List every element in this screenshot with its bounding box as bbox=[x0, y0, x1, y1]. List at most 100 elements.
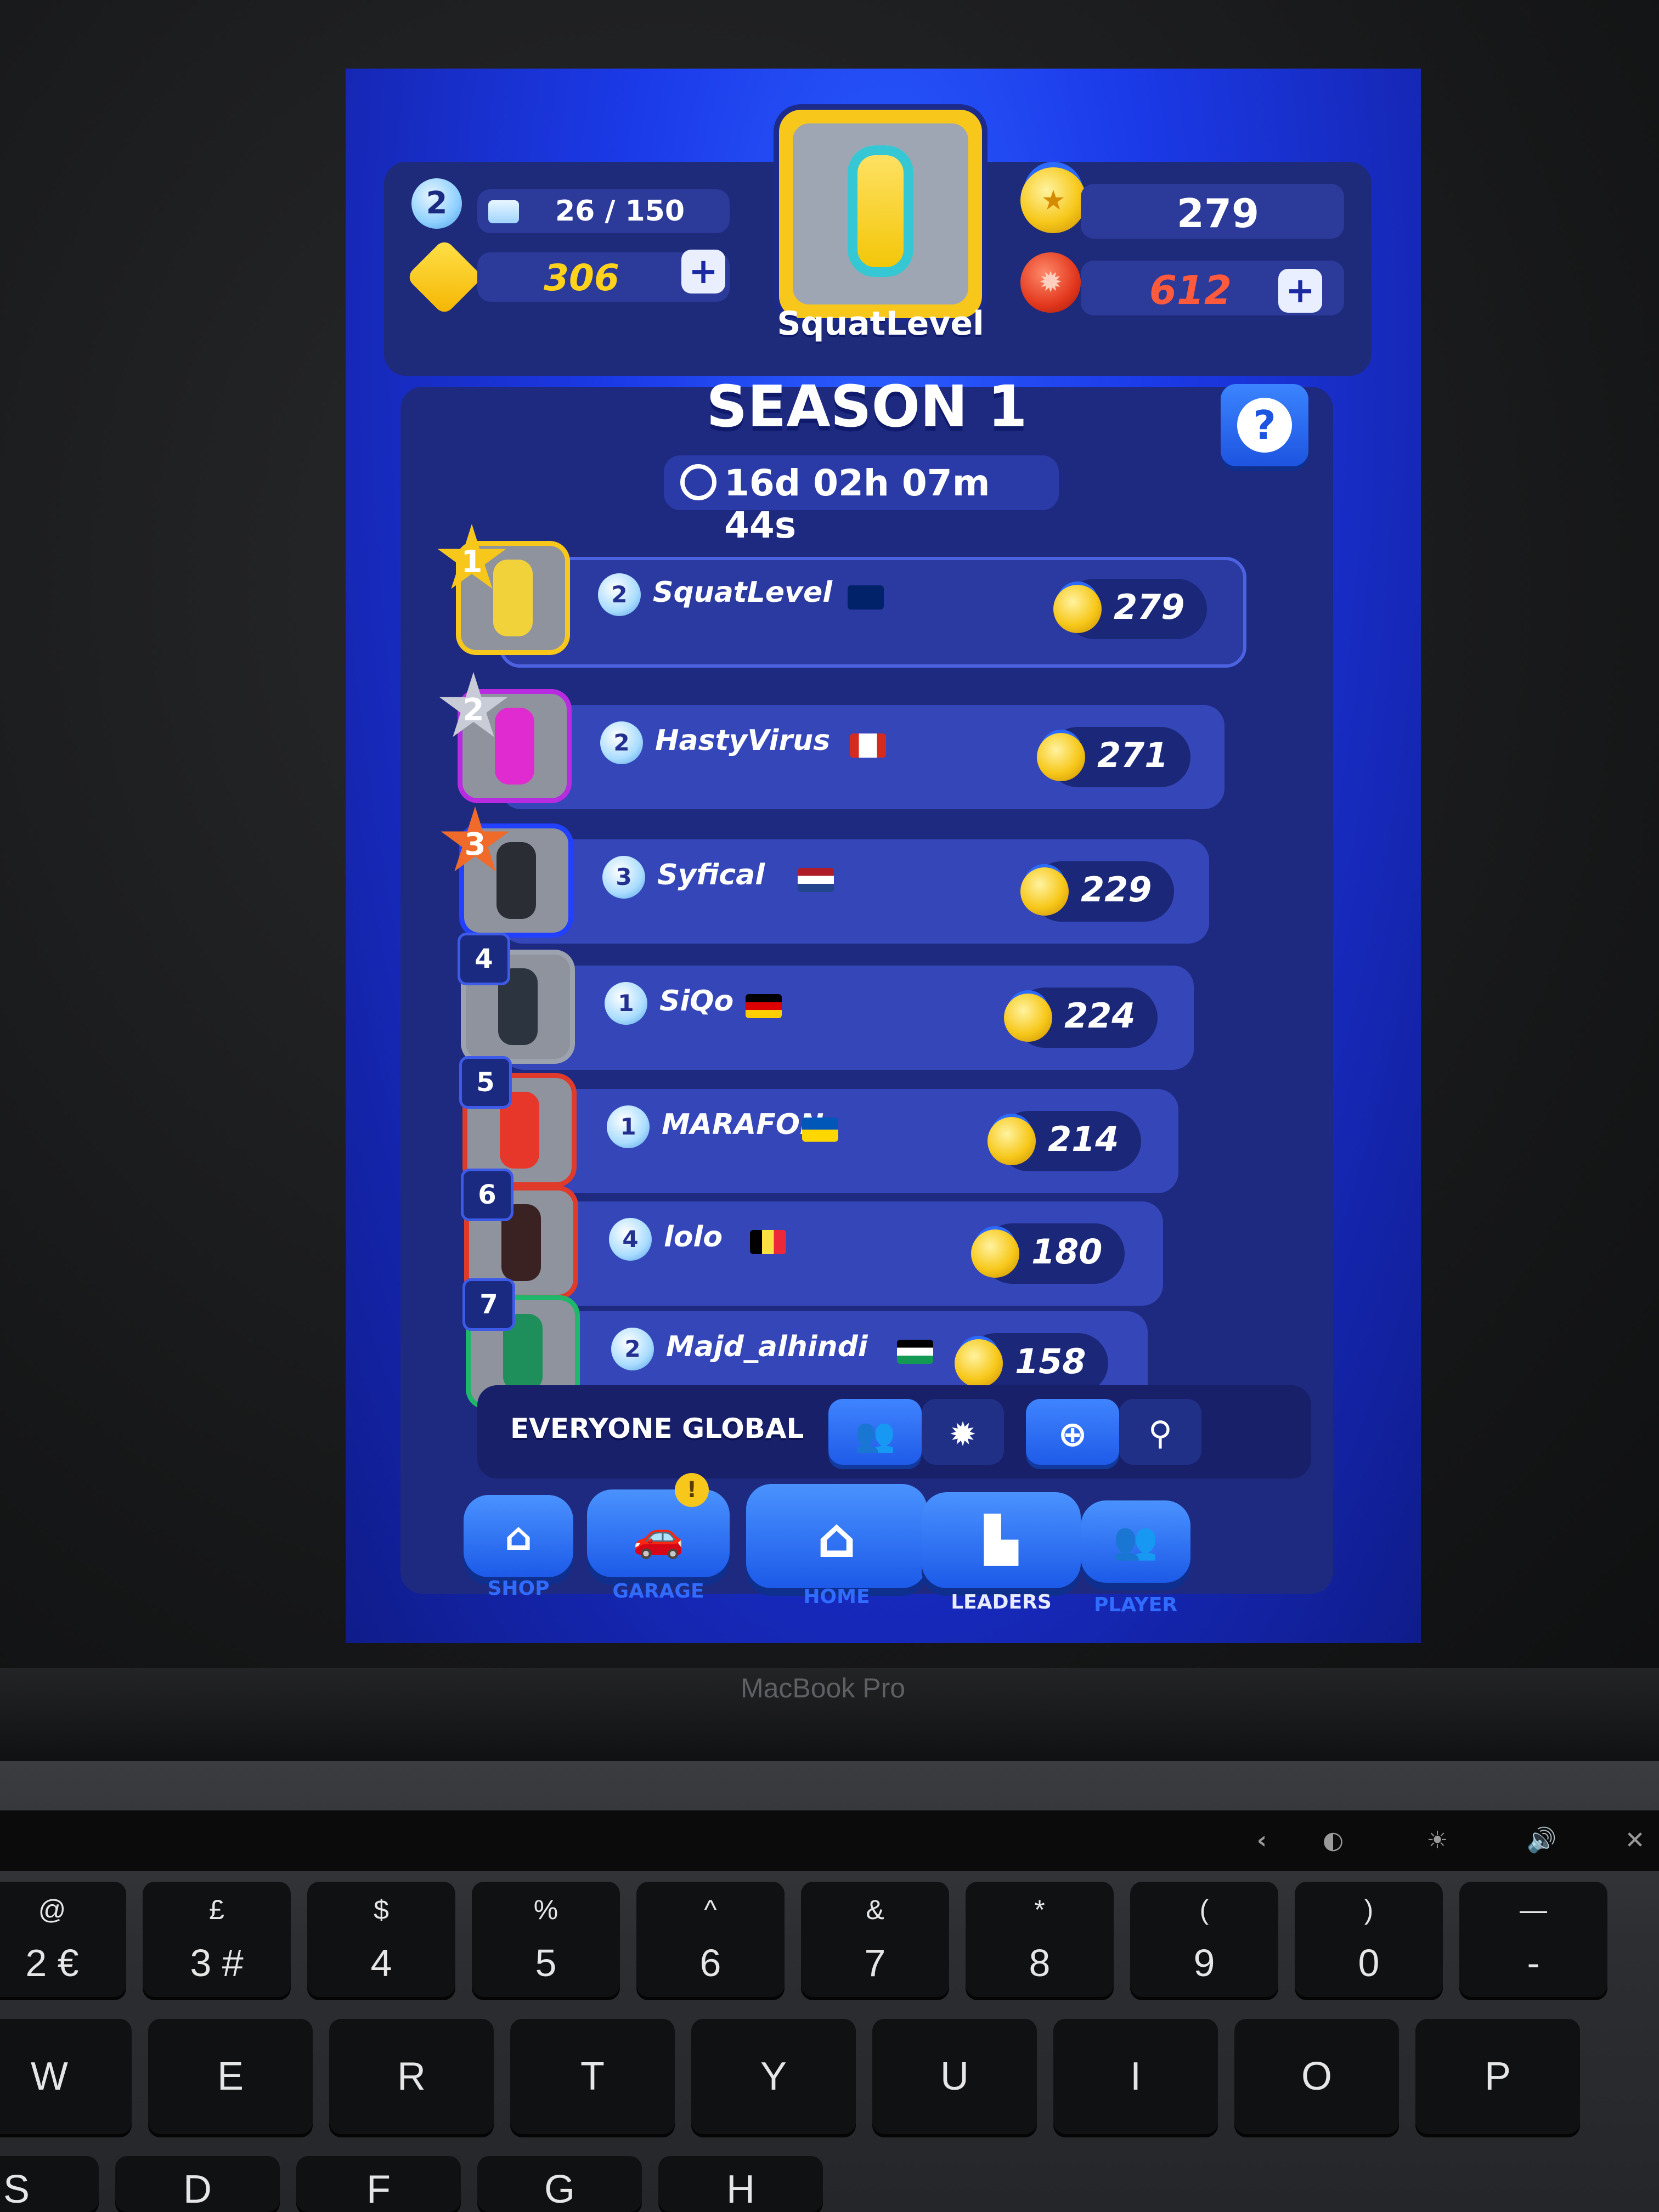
trophy-count: 279 bbox=[1114, 587, 1185, 627]
player-level-badge: 1 bbox=[605, 982, 647, 1025]
nav-garage-label: GARAGE bbox=[612, 1580, 704, 1602]
trophy-count: 279 bbox=[1176, 190, 1260, 236]
key-top-symbol: ( bbox=[1199, 1894, 1209, 1925]
player-level-badge: 2 bbox=[600, 721, 643, 764]
nav-home-label: HOME bbox=[803, 1585, 870, 1608]
keyboard-key[interactable]: @2 € bbox=[0, 1882, 126, 1997]
globe-icon: ⊕ bbox=[1058, 1414, 1087, 1455]
keyboard-key[interactable]: D bbox=[115, 2156, 280, 2212]
add-rubies-button[interactable]: + bbox=[1278, 269, 1322, 313]
country-flag-icon bbox=[750, 1230, 786, 1254]
key-label: G bbox=[544, 2168, 575, 2212]
keyboard-key[interactable]: P bbox=[1415, 2019, 1580, 2134]
keyboard-key[interactable]: % 5 bbox=[472, 1882, 620, 1997]
player-name: Syfical bbox=[657, 859, 765, 891]
keyboard-key[interactable]: W bbox=[0, 2019, 132, 2134]
gem-count: 306 bbox=[544, 257, 619, 299]
country-flag-icon bbox=[798, 868, 834, 892]
keyboard-key[interactable]: R bbox=[329, 2019, 494, 2134]
player-name: MARAFON bbox=[662, 1108, 824, 1141]
trophy-coin-icon bbox=[1004, 994, 1052, 1042]
trophy-counter: 279 bbox=[1081, 184, 1344, 239]
key-main-symbol: 7 bbox=[864, 1942, 886, 1984]
car-nav-icon: 🚗 bbox=[632, 1511, 685, 1560]
keyboard-key[interactable]: H bbox=[658, 2156, 823, 2212]
help-button[interactable]: ? bbox=[1221, 384, 1308, 466]
nav-shop-button[interactable]: ⌂ bbox=[464, 1495, 573, 1577]
key-top-symbol: — bbox=[1520, 1894, 1547, 1925]
key-main-symbol: 3 # bbox=[190, 1942, 244, 1984]
keyboard-key[interactable]: * 8 bbox=[966, 1882, 1114, 1997]
global-filter-button[interactable]: ⊕ bbox=[1026, 1399, 1119, 1465]
key-main-symbol: - bbox=[1527, 1942, 1540, 1984]
key-label: F bbox=[366, 2168, 391, 2212]
nav-player-button[interactable]: 👥 bbox=[1081, 1500, 1190, 1583]
key-main-symbol: 5 bbox=[535, 1942, 557, 1984]
key-top-symbol: & bbox=[866, 1894, 884, 1925]
player-avatar-frame[interactable] bbox=[779, 110, 982, 318]
club-filter-button[interactable]: ✹ bbox=[922, 1399, 1004, 1465]
key-label: P bbox=[1484, 2055, 1511, 2098]
keyboard-key[interactable]: I bbox=[1053, 2019, 1218, 2134]
nav-garage-button[interactable]: 🚗 bbox=[587, 1489, 730, 1577]
player-name: SquatLevel bbox=[653, 576, 833, 609]
trophy-coin-icon: ★ bbox=[1020, 167, 1086, 233]
keyboard-key[interactable]: Y bbox=[691, 2019, 856, 2134]
keyboard-key[interactable]: T bbox=[510, 2019, 675, 2134]
key-label: W bbox=[31, 2055, 68, 2098]
keyboard-key[interactable]: $4 bbox=[307, 1882, 455, 1997]
key-main-symbol: 0 bbox=[1358, 1942, 1380, 1984]
mute-icon[interactable]: ✕ bbox=[1618, 1824, 1651, 1857]
nav-leaders-button[interactable]: ▙ bbox=[922, 1492, 1081, 1588]
chevron-left-icon[interactable]: ‹ bbox=[1245, 1824, 1278, 1857]
trophy-coin-icon bbox=[988, 1117, 1036, 1165]
player-name: lolo bbox=[664, 1221, 723, 1254]
keyboard-key[interactable]: U bbox=[872, 2019, 1037, 2134]
add-gems-button[interactable]: + bbox=[681, 250, 725, 294]
key-main-symbol: 8 bbox=[1029, 1942, 1051, 1984]
country-flag-icon bbox=[897, 1340, 933, 1364]
brightness-high-icon[interactable]: ☀ bbox=[1421, 1824, 1454, 1857]
keyboard-key[interactable]: & 7 bbox=[801, 1882, 949, 1997]
player-name: SquatLevel bbox=[777, 304, 984, 343]
home-icon: ⌂ bbox=[817, 1506, 856, 1570]
nav-leaders-label: LEADERS bbox=[951, 1591, 1052, 1613]
trophy-coin-icon bbox=[1037, 733, 1085, 781]
key-top-symbol: £ bbox=[209, 1894, 224, 1925]
keyboard-key[interactable]: O bbox=[1234, 2019, 1399, 2134]
key-top-symbol: * bbox=[1034, 1894, 1045, 1925]
trophy-count: 271 bbox=[1097, 735, 1169, 775]
keyboard-key[interactable]: £3 # bbox=[143, 1882, 291, 1997]
shop-icon: ⌂ bbox=[504, 1514, 533, 1559]
keyboard-key[interactable]: — - bbox=[1459, 1882, 1607, 1997]
nav-home-button[interactable]: ⌂ bbox=[746, 1484, 927, 1588]
ruby-icon: ✹ bbox=[1020, 252, 1081, 313]
nav-player-label: PLAYER bbox=[1093, 1594, 1178, 1616]
key-label: E bbox=[217, 2055, 244, 2098]
keyboard-key[interactable]: E bbox=[148, 2019, 313, 2134]
player-level-badge: 3 bbox=[602, 856, 645, 899]
rank-badge: 6 bbox=[461, 1169, 514, 1221]
keyboard-key[interactable]: S bbox=[0, 2156, 99, 2212]
keyboard-key[interactable]: (9 bbox=[1130, 1882, 1278, 1997]
location-pin-icon: ⚲ bbox=[1148, 1414, 1172, 1453]
keyboard-key[interactable]: ^ 6 bbox=[636, 1882, 785, 1997]
badge-icon: ✹ bbox=[949, 1415, 977, 1454]
brightness-low-icon[interactable]: ◐ bbox=[1317, 1824, 1350, 1857]
car-icon bbox=[493, 560, 533, 636]
key-label: O bbox=[1301, 2055, 1332, 2098]
trophy-coin-icon bbox=[1020, 867, 1069, 916]
player-level-badge: 1 bbox=[607, 1105, 650, 1148]
rank-badge: 5 bbox=[459, 1056, 512, 1109]
podium-icon: ▙ bbox=[984, 1514, 1018, 1565]
local-filter-button[interactable]: ⚲ bbox=[1119, 1399, 1201, 1465]
volume-icon[interactable]: 🔊 bbox=[1525, 1824, 1558, 1857]
friends-filter-button[interactable]: 👥 bbox=[828, 1399, 922, 1465]
keyboard-key[interactable]: ) 0 bbox=[1295, 1882, 1443, 1997]
keyboard-key[interactable]: F bbox=[296, 2156, 461, 2212]
players-icon: 👥 bbox=[1113, 1520, 1159, 1562]
player-name: Majd_alhindi bbox=[666, 1330, 868, 1363]
xp-bar: 26 / 150 bbox=[477, 189, 730, 233]
keyboard-key[interactable]: G bbox=[477, 2156, 642, 2212]
player-level-badge: 2 bbox=[611, 1328, 654, 1370]
